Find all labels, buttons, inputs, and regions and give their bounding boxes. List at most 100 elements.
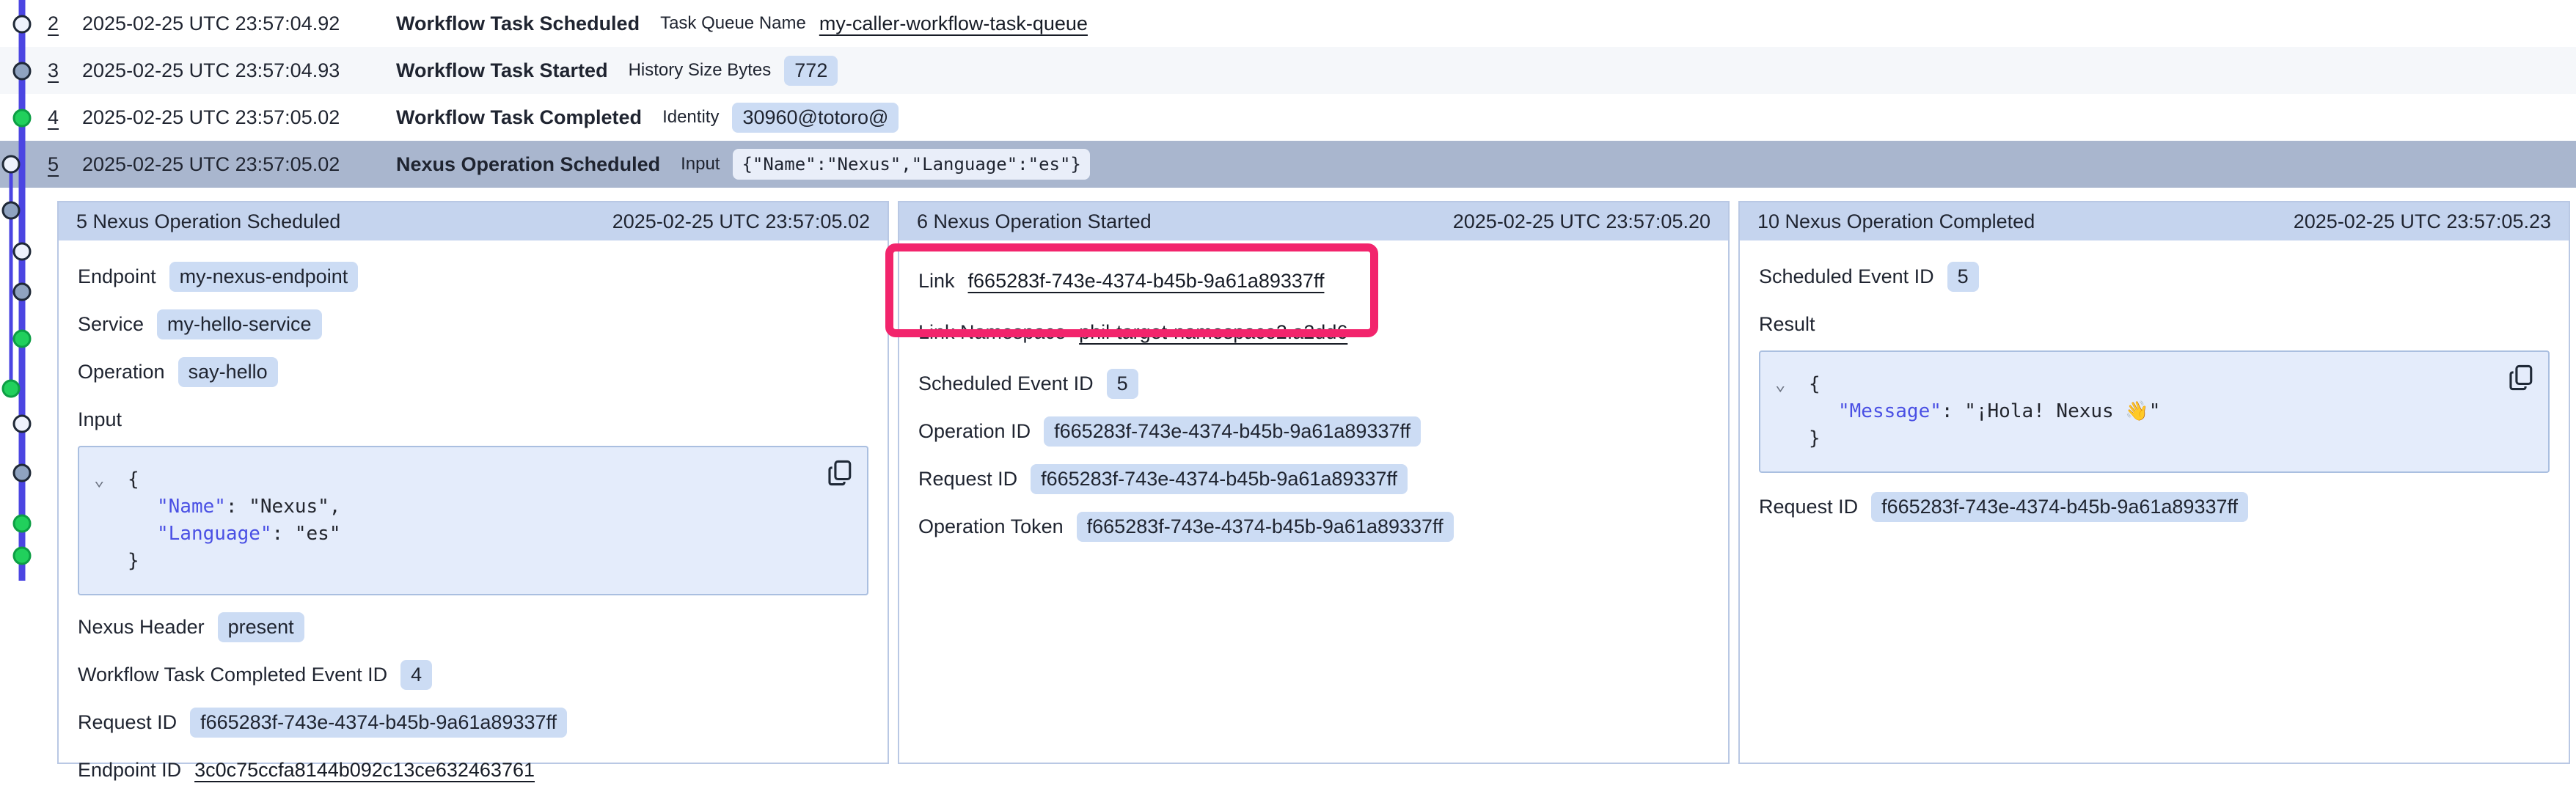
scheduled-event-id-badge: 5 [1947,262,1979,292]
panel-title: 10 Nexus Operation Completed [1757,210,2035,233]
event-detail-label: Task Queue Name [660,13,806,34]
event-detail-label: Identity [662,107,719,128]
field-endpoint-id: Endpoint ID 3c0c75ccfa8144b092c13ce63246… [78,754,868,786]
field-label: Endpoint ID [78,759,181,782]
field-service: Service my-hello-service [78,308,868,340]
panel-header: 5 Nexus Operation Scheduled 2025-02-25 U… [59,202,888,240]
json-entry: "Message": "¡Hola! Nexus 👋" [1760,398,2504,425]
event-name: Workflow Task Completed [396,106,642,129]
service-badge: my-hello-service [157,309,322,339]
field-label: Operation Token [918,515,1064,538]
field-label: Scheduled Event ID [918,372,1094,395]
field-endpoint: Endpoint my-nexus-endpoint [78,260,868,293]
task-queue-link[interactable]: my-caller-workflow-task-queue [819,12,1088,35]
field-operation-id: Operation ID f665283f-743e-4374-b45b-9a6… [918,415,1709,447]
timeline-dot-completed [14,110,30,126]
json-entry: "Name": "Nexus", [79,493,823,521]
event-id-link[interactable]: 4 [48,106,82,129]
event-detail-label: History Size Bytes [629,60,772,81]
json-open-brace: { [1760,371,2504,398]
event-name: Workflow Task Started [396,59,608,82]
timeline-dot-started [3,202,19,218]
timeline-dot-completed [14,331,30,347]
field-label: Request ID [918,468,1017,491]
timeline-dot-completed [14,548,30,564]
field-label: Endpoint [78,265,156,288]
panel-body: Scheduled Event ID 5 Result ⌄ { "Message… [1740,240,2569,523]
json-open-brace: { [79,466,823,493]
event-timestamp: 2025-02-25 UTC 23:57:04.92 [82,12,396,35]
endpoint-badge: my-nexus-endpoint [169,262,359,292]
json-close-brace: } [79,548,823,575]
panel-header: 10 Nexus Operation Completed 2025-02-25 … [1740,202,2569,240]
result-json-viewer: ⌄ { "Message": "¡Hola! Nexus 👋" } [1759,350,2550,473]
field-label: Nexus Header [78,616,205,639]
panel-title: 6 Nexus Operation Started [917,210,1152,233]
timeline-dot-none [14,416,30,432]
panel-timestamp: 2025-02-25 UTC 23:57:05.02 [612,210,870,233]
panel-nexus-operation-started: 6 Nexus Operation Started 2025-02-25 UTC… [898,201,1730,764]
event-row-2[interactable]: 2 2025-02-25 UTC 23:57:04.92 Workflow Ta… [0,0,2576,47]
nexus-header-badge: present [218,612,304,642]
panel-nexus-operation-completed: 10 Nexus Operation Completed 2025-02-25 … [1738,201,2570,764]
event-id-link[interactable]: 5 [48,153,82,176]
panel-body: Endpoint my-nexus-endpoint Service my-he… [59,240,888,786]
timeline-dot-completed [3,381,19,397]
panel-header: 6 Nexus Operation Started 2025-02-25 UTC… [899,202,1728,240]
field-label: Request ID [78,711,177,734]
field-label: Operation ID [918,420,1031,443]
event-row-5-selected[interactable]: 5 2025-02-25 UTC 23:57:05.02 Nexus Opera… [0,141,2576,188]
panel-timestamp: 2025-02-25 UTC 23:57:05.23 [2294,210,2551,233]
event-row-4[interactable]: 4 2025-02-25 UTC 23:57:05.02 Workflow Ta… [0,94,2576,141]
timeline-dot-started [14,284,30,300]
field-nexus-header: Nexus Header present [78,611,868,643]
field-request-id: Request ID f665283f-743e-4374-b45b-9a61a… [918,463,1709,495]
wtc-event-id-badge: 4 [400,660,432,690]
field-label: Result [1759,313,1815,336]
event-timestamp: 2025-02-25 UTC 23:57:05.02 [82,106,396,129]
request-id-badge: f665283f-743e-4374-b45b-9a61a89337ff [1871,492,2248,522]
field-scheduled-event-id: Scheduled Event ID 5 [918,367,1709,400]
json-close-brace: } [1760,425,2504,452]
input-json-viewer: ⌄ { "Name": "Nexus", "Language": "es" } [78,446,868,595]
event-timestamp: 2025-02-25 UTC 23:57:04.93 [82,59,396,82]
copy-icon[interactable] [827,459,854,488]
event-detail-panels: 5 Nexus Operation Scheduled 2025-02-25 U… [57,201,2570,764]
timeline-dot-none [3,156,19,172]
field-label: Link Namespace [918,321,1066,344]
field-label: Request ID [1759,496,1858,518]
field-wtc-event-id: Workflow Task Completed Event ID 4 [78,658,868,691]
history-size-badge: 772 [784,56,838,86]
panel-nexus-operation-scheduled: 5 Nexus Operation Scheduled 2025-02-25 U… [57,201,889,764]
event-name: Nexus Operation Scheduled [396,153,660,176]
event-timeline-gutter [0,0,51,773]
field-scheduled-event-id: Scheduled Event ID 5 [1759,260,2550,293]
field-input-label: Input [78,403,868,436]
endpoint-id-link[interactable]: 3c0c75ccfa8144b092c13ce632463761 [194,759,535,782]
request-id-badge: f665283f-743e-4374-b45b-9a61a89337ff [1031,464,1408,494]
operation-id-badge: f665283f-743e-4374-b45b-9a61a89337ff [1044,416,1421,447]
request-id-badge: f665283f-743e-4374-b45b-9a61a89337ff [190,708,567,738]
event-id-link[interactable]: 3 [48,59,82,82]
timeline-dot-completed [14,515,30,532]
event-row-3[interactable]: 3 2025-02-25 UTC 23:57:04.93 Workflow Ta… [0,47,2576,94]
field-operation: Operation say-hello [78,356,868,388]
input-preview-badge: {"Name":"Nexus","Language":"es"} [733,149,1089,180]
link-uuid-link[interactable]: f665283f-743e-4374-b45b-9a61a89337ff [968,270,1325,293]
field-result-label: Result [1759,308,2550,340]
json-entry: "Language": "es" [79,521,823,548]
field-label: Link [918,270,955,293]
operation-badge: say-hello [178,357,278,387]
link-namespace-link[interactable]: phil-target-namespace2.a2dd6 [1079,321,1347,344]
panel-timestamp: 2025-02-25 UTC 23:57:05.20 [1453,210,1710,233]
field-label: Workflow Task Completed Event ID [78,664,387,686]
copy-icon[interactable] [2509,364,2535,393]
event-id-link[interactable]: 2 [48,12,82,35]
timeline-dot-started [14,465,30,481]
event-history-list: 2 2025-02-25 UTC 23:57:04.92 Workflow Ta… [0,0,2576,188]
field-request-id: Request ID f665283f-743e-4374-b45b-9a61a… [78,706,868,738]
identity-badge: 30960@totoro@ [732,103,899,133]
event-name: Workflow Task Scheduled [396,12,640,35]
panel-body: Link f665283f-743e-4374-b45b-9a61a89337f… [899,240,1728,543]
field-request-id: Request ID f665283f-743e-4374-b45b-9a61a… [1759,491,2550,523]
